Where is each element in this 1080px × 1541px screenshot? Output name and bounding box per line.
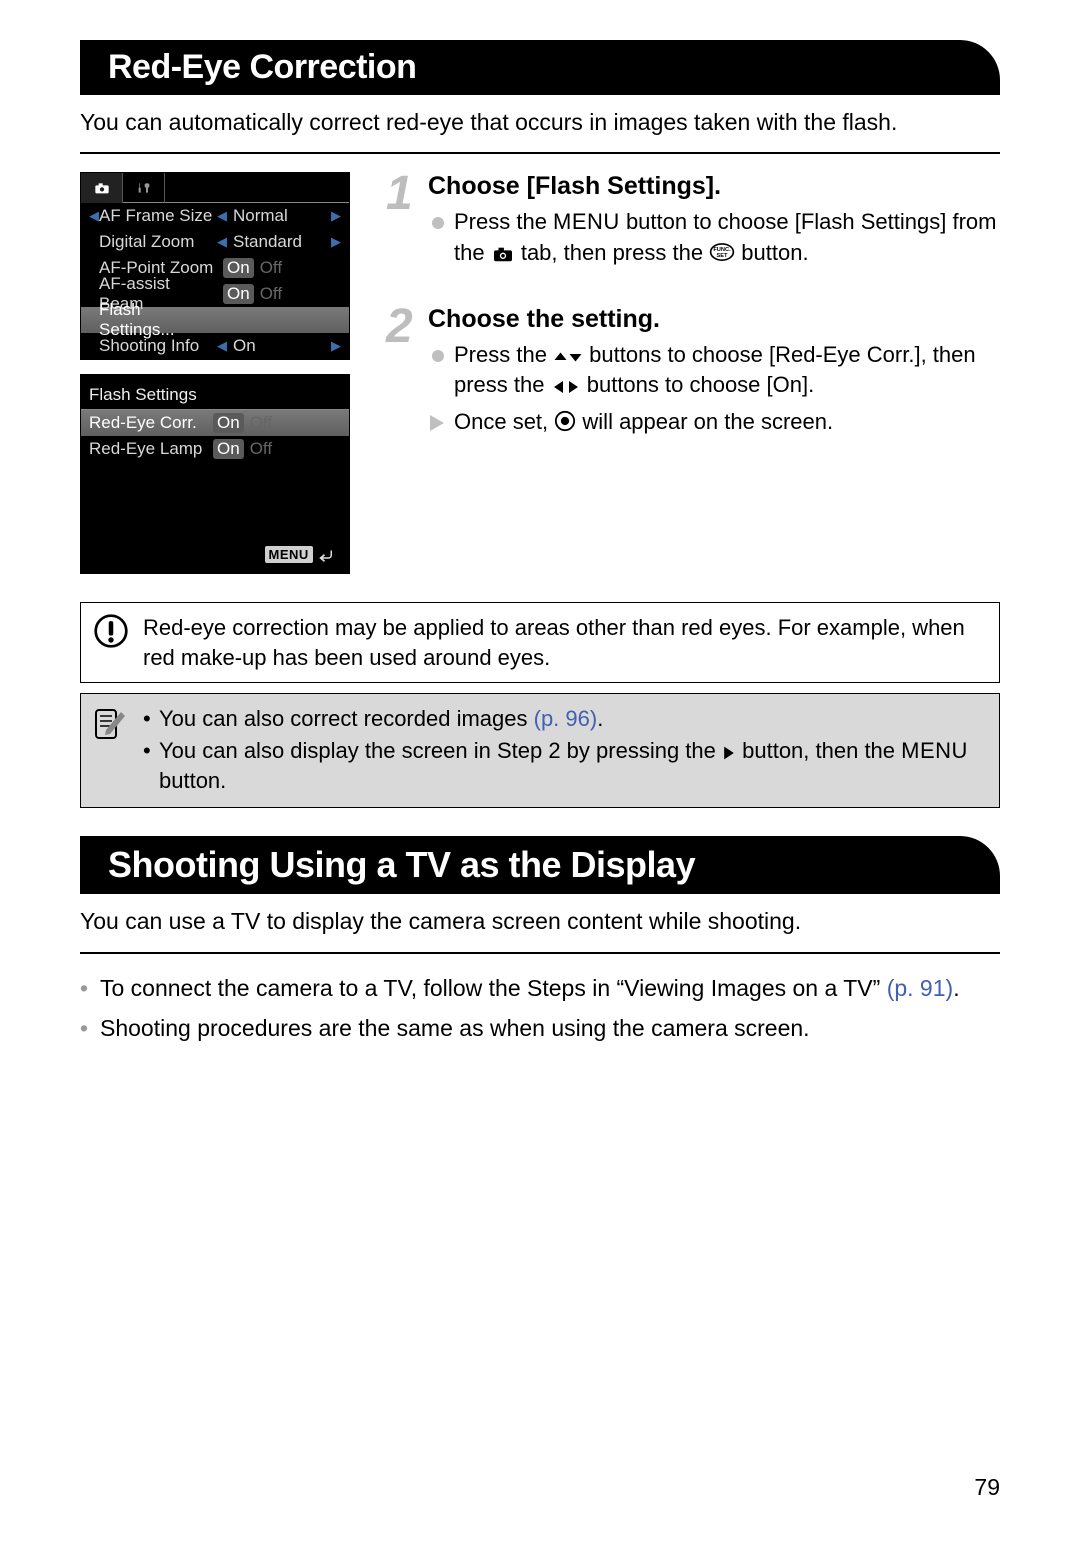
menu-row-label: Red-Eye Corr. xyxy=(89,413,207,433)
lcd-column: ◀AF Frame Size◀Normal▶ Digital Zoom◀Stan… xyxy=(80,172,350,588)
menu-row-label: Digital Zoom xyxy=(99,232,217,252)
step2-title: Choose the setting. xyxy=(428,305,1000,334)
step1-title: Choose [Flash Settings]. xyxy=(428,172,1000,201)
tip-item-2: You can also display the screen in Step … xyxy=(143,736,985,795)
section2-bullet2: Shooting procedures are the same as when… xyxy=(80,1012,1000,1044)
section-title: Shooting Using a TV as the Display xyxy=(108,844,695,885)
step-number-1: 1 xyxy=(386,166,413,221)
tip-note: You can also correct recorded images (p.… xyxy=(80,693,1000,808)
page-ref-link[interactable]: (p. 96) xyxy=(534,706,598,731)
menu-row-label: Red-Eye Lamp xyxy=(89,439,207,459)
step-row: ◀AF Frame Size◀Normal▶ Digital Zoom◀Stan… xyxy=(80,172,1000,588)
menu-word-icon: MENU xyxy=(901,738,968,763)
step-1: 1 Choose [Flash Settings]. Press the MEN… xyxy=(386,172,1000,269)
warning-icon xyxy=(93,613,129,657)
return-arrow-icon xyxy=(317,548,335,562)
section1-intro: You can automatically correct red-eye th… xyxy=(80,107,1000,138)
step-2: 2 Choose the setting. Press the buttons … xyxy=(386,305,1000,438)
up-down-buttons-icon xyxy=(553,349,583,365)
menu-row-value: On xyxy=(227,336,331,356)
step2-bullet1: Press the buttons to choose [Red-Eye Cor… xyxy=(428,340,1000,402)
camera-tab-icon xyxy=(81,173,123,203)
divider xyxy=(80,952,1000,954)
divider xyxy=(80,152,1000,154)
section2-intro: You can use a TV to display the camera s… xyxy=(80,906,1000,937)
pencil-note-icon xyxy=(93,704,127,754)
left-right-buttons-icon xyxy=(551,379,581,395)
menu-row-label: AF Frame Size xyxy=(99,206,217,226)
menu-row-label: Flash Settings... xyxy=(99,300,217,340)
menu-button-label: MENU xyxy=(265,546,313,563)
page-ref-link[interactable]: (p. 91) xyxy=(887,975,953,1001)
section-title: Red-Eye Correction xyxy=(108,48,416,86)
func-set-button-icon: FUNC.SET xyxy=(709,241,735,263)
section-header-red-eye: Red-Eye Correction xyxy=(80,40,1000,95)
warning-text: Red-eye correction may be applied to are… xyxy=(143,615,965,670)
svg-text:SET: SET xyxy=(717,253,729,259)
warning-note: Red-eye correction may be applied to are… xyxy=(80,602,1000,683)
lcd-menu-screenshot: ◀AF Frame Size◀Normal▶ Digital Zoom◀Stan… xyxy=(80,172,350,360)
right-button-icon xyxy=(722,745,736,761)
menu-row-value: Standard xyxy=(227,232,331,252)
page-number: 79 xyxy=(80,1474,1000,1501)
steps-column: 1 Choose [Flash Settings]. Press the MEN… xyxy=(386,172,1000,588)
menu-word-icon: MENU xyxy=(553,209,620,234)
flash-settings-title: Flash Settings xyxy=(81,375,349,409)
step-number-2: 2 xyxy=(386,299,413,354)
step1-bullet: Press the MENU button to choose [Flash S… xyxy=(428,207,1000,269)
tip-item-1: You can also correct recorded images (p.… xyxy=(143,704,985,734)
step2-bullet2: Once set, will appear on the screen. xyxy=(428,407,1000,438)
red-eye-indicator-icon xyxy=(554,410,576,432)
section2-bullet1: To connect the camera to a TV, follow th… xyxy=(80,972,1000,1004)
lcd-flash-screenshot: Flash Settings Red-Eye Corr.OnOff Red-Ey… xyxy=(80,374,350,574)
menu-row-value: Normal xyxy=(227,206,331,226)
camera-tab-icon xyxy=(491,245,515,263)
section-header-tv-display: Shooting Using a TV as the Display xyxy=(80,836,1000,894)
tools-tab-icon xyxy=(123,173,165,203)
menu-row-label: Shooting Info xyxy=(99,336,217,356)
